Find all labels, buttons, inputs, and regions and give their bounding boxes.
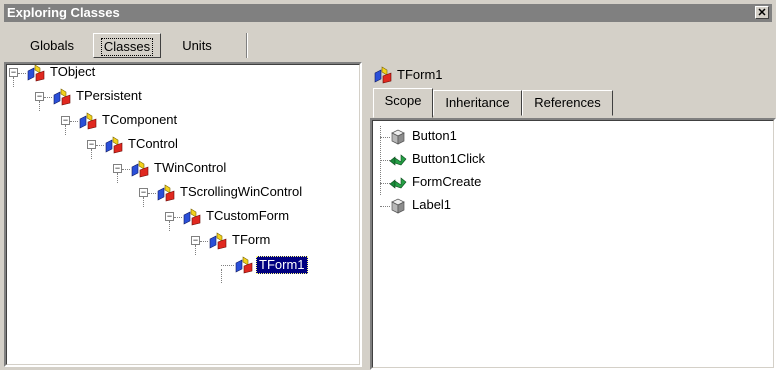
tree-connector [221, 269, 222, 283]
tab-scope[interactable]: Scope [373, 88, 433, 118]
tree-connector [44, 97, 52, 98]
class-icon [27, 64, 45, 82]
tree-connector [221, 265, 234, 266]
class-icon [374, 66, 392, 84]
tabbar-separator [246, 33, 248, 58]
collapse-icon[interactable]: − [35, 92, 44, 101]
tab-references[interactable]: References [522, 90, 613, 116]
close-button[interactable]: ✕ [755, 6, 769, 19]
collapse-icon[interactable]: − [61, 116, 70, 125]
tree-connector [65, 125, 66, 135]
class-icon [131, 160, 149, 178]
tab-inheritance[interactable]: Inheritance [433, 90, 522, 116]
class-icon [209, 232, 227, 250]
collapse-icon[interactable]: − [9, 68, 18, 77]
collapse-icon[interactable]: − [87, 140, 96, 149]
tree-connector [18, 73, 26, 74]
member-formcreate[interactable]: FormCreate [410, 174, 483, 189]
tree-node-tform[interactable]: TForm [230, 232, 272, 247]
class-icon [105, 136, 123, 154]
tab-globals[interactable]: Globals [20, 33, 84, 58]
tree-connector [91, 149, 92, 159]
collapse-icon[interactable]: − [139, 188, 148, 197]
class-icon [157, 184, 175, 202]
collapse-icon[interactable]: − [165, 212, 174, 221]
tree-connector [143, 197, 144, 207]
scope-member-list[interactable]: Button1 Button1Click FormCreate Label1 [370, 118, 776, 370]
method-icon [389, 154, 407, 166]
tree-connector [169, 221, 170, 231]
tree-node-tpersistent[interactable]: TPersistent [74, 88, 144, 103]
window-title: Exploring Classes [7, 5, 120, 20]
method-icon [389, 177, 407, 189]
tree-connector [96, 145, 104, 146]
tree-node-tform1-selected[interactable]: TForm1 [256, 256, 308, 274]
tree-node-tcontrol[interactable]: TControl [126, 136, 180, 151]
collapse-icon[interactable]: − [191, 236, 200, 245]
collapse-icon[interactable]: − [113, 164, 122, 173]
tab-units[interactable]: Units [170, 33, 224, 58]
tree-node-tscrollingwincontrol[interactable]: TScrollingWinControl [178, 184, 304, 199]
detail-tabbar: Scope Inheritance References [370, 88, 776, 118]
field-icon [391, 198, 405, 214]
tree-connector [174, 217, 182, 218]
member-button1[interactable]: Button1 [410, 128, 459, 143]
tree-connector [122, 169, 130, 170]
member-button1click[interactable]: Button1Click [410, 151, 487, 166]
window-titlebar: Exploring Classes ✕ [4, 4, 772, 22]
tree-connector [70, 121, 78, 122]
tree-node-twincontrol[interactable]: TWinControl [152, 160, 228, 175]
tree-node-tobject[interactable]: TObject [48, 64, 97, 79]
tree-connector [13, 77, 14, 87]
tree-connector [117, 173, 118, 183]
tree-connector [39, 101, 40, 111]
class-icon [79, 112, 97, 130]
tree-connector [195, 245, 196, 255]
close-icon: ✕ [757, 7, 767, 19]
field-icon [391, 129, 405, 145]
class-icon [183, 208, 201, 226]
top-tabbar: Globals Classes Units [0, 33, 776, 59]
tab-classes[interactable]: Classes [93, 33, 161, 58]
detail-header-label: TForm1 [397, 67, 443, 82]
tree-connector [200, 241, 208, 242]
member-label1[interactable]: Label1 [410, 197, 453, 212]
class-icon [53, 88, 71, 106]
tree-node-tcustomform[interactable]: TCustomForm [204, 208, 291, 223]
tree-node-tcomponent[interactable]: TComponent [100, 112, 179, 127]
class-icon [235, 256, 253, 274]
tree-connector [148, 193, 156, 194]
class-hierarchy-tree[interactable]: − TObject − TPersistent − TComponent − T… [4, 62, 362, 367]
